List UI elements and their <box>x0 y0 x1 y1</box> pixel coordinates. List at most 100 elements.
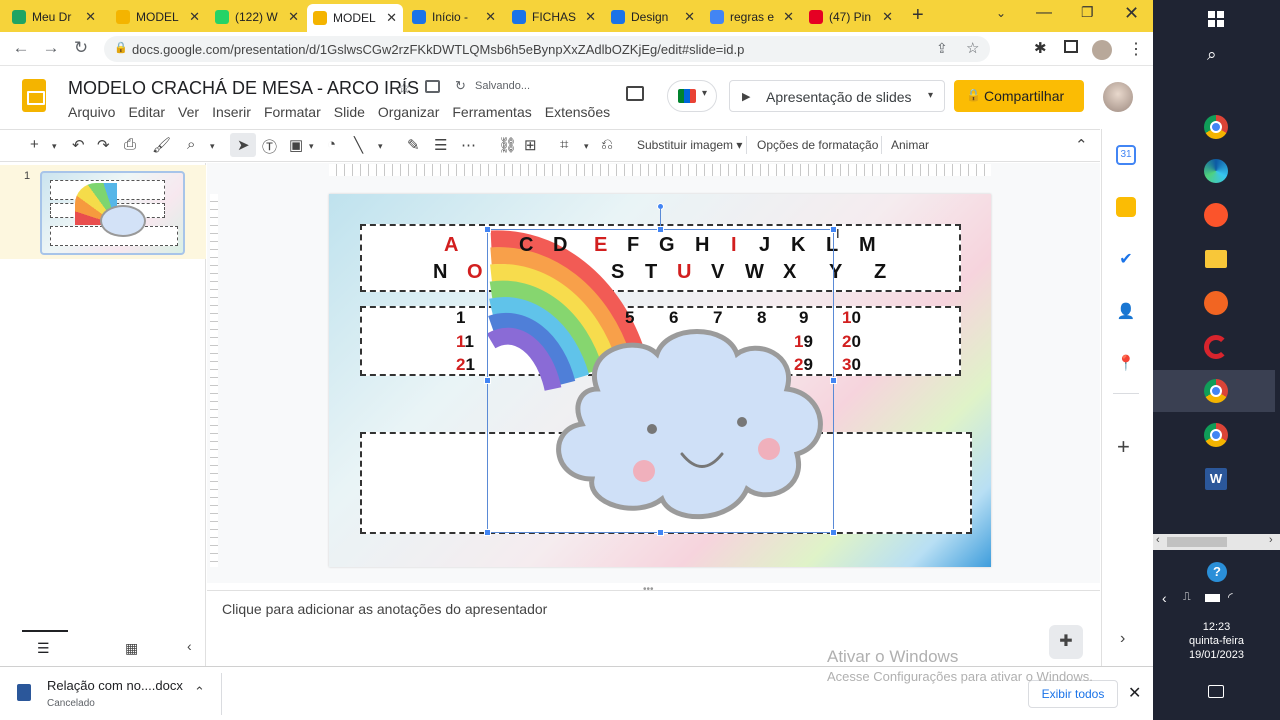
collapse-toolbar-chevron-icon[interactable]: ⌃ <box>1075 136 1088 154</box>
windows-start-icon[interactable] <box>1208 11 1224 27</box>
tab-5[interactable]: Início - ✕ <box>406 4 502 30</box>
keep-icon[interactable] <box>1116 197 1136 217</box>
profile-avatar[interactable] <box>1092 40 1112 60</box>
scroll-right-icon[interactable]: › <box>1269 534 1273 546</box>
taskbar-clock[interactable]: 12:23 quinta-feira 19/01/2023 <box>1153 620 1280 662</box>
tab-1[interactable]: Meu Dr ✕ <box>6 4 102 30</box>
filmstrip-view-icon[interactable]: ☰ <box>37 640 50 657</box>
text-box-icon[interactable]: Ⓣ <box>262 136 277 157</box>
chrome-icon[interactable] <box>1204 115 1228 139</box>
download-menu-chevron-icon[interactable]: ⌃ <box>194 684 205 700</box>
tab-9[interactable]: (47) Pin ✕ <box>803 4 899 30</box>
present-button[interactable]: ▶ Apresentação de slides ▾ <box>729 80 945 112</box>
tab-close-icon[interactable]: ✕ <box>386 10 397 26</box>
tasks-icon[interactable]: ✔ <box>1116 249 1136 269</box>
notes-placeholder[interactable]: Clique para adicionar as anotações do ap… <box>222 601 547 617</box>
zoom-icon[interactable]: ⌕ <box>187 136 195 153</box>
restore-button[interactable]: ❐ <box>1081 4 1094 21</box>
tab-4[interactable]: MODEL ✕ <box>307 4 403 32</box>
tab-close-icon[interactable]: ✕ <box>85 9 96 25</box>
tab-2[interactable]: MODEL ✕ <box>110 4 206 30</box>
help-icon[interactable]: ? <box>1207 562 1227 582</box>
calendar-icon[interactable]: 31 <box>1116 145 1136 165</box>
chrome-icon-2[interactable] <box>1204 423 1228 447</box>
notifications-icon[interactable] <box>1208 685 1224 698</box>
tab-6[interactable]: FICHAS ✕ <box>506 4 602 30</box>
brave-icon[interactable] <box>1204 203 1228 227</box>
present-dropdown-icon[interactable]: ▾ <box>928 90 933 101</box>
download-filename[interactable]: Relação com no....docx <box>47 678 183 693</box>
menu-organizar[interactable]: Organizar <box>378 104 439 120</box>
pen-icon[interactable]: ✎ <box>407 136 420 154</box>
slide-thumbnail[interactable] <box>40 171 185 255</box>
contacts-icon[interactable]: 👤 <box>1116 302 1136 322</box>
tab-list-chevron-icon[interactable]: ⌄ <box>996 6 1006 20</box>
print-icon[interactable]: ⎙ <box>124 136 136 153</box>
resize-handle-se[interactable] <box>830 529 837 536</box>
link-icon[interactable]: ⛓ <box>498 136 517 154</box>
resize-handle-n[interactable] <box>657 226 664 233</box>
paint-format-icon[interactable]: 🖌 <box>152 136 171 154</box>
show-side-panel-chevron-icon[interactable]: › <box>1120 630 1125 648</box>
windows-search-icon[interactable]: ⌕ <box>1207 45 1217 65</box>
format-options-button[interactable]: Opções de formatação <box>757 138 878 152</box>
move-folder-icon[interactable] <box>425 80 440 93</box>
ccleaner-icon[interactable] <box>1204 335 1228 359</box>
menu-inserir[interactable]: Inserir <box>212 104 251 120</box>
bookmark-star-icon[interactable]: ☆ <box>966 39 979 57</box>
border-weight-icon[interactable]: ☰ <box>434 136 447 154</box>
scroll-thumb[interactable] <box>1167 537 1227 547</box>
resize-handle-sw[interactable] <box>484 529 491 536</box>
new-tab-button[interactable]: + <box>912 4 924 27</box>
tab-8[interactable]: regras e ✕ <box>704 4 800 30</box>
side-panel-icon[interactable] <box>1064 40 1078 53</box>
get-addons-plus-icon[interactable]: + <box>1117 434 1130 460</box>
image-dropdown-icon[interactable]: ▾ <box>309 141 314 152</box>
grid-view-icon[interactable]: ▦ <box>125 640 138 657</box>
back-arrow-icon[interactable]: ← <box>10 38 32 58</box>
menu-ferramentas[interactable]: Ferramentas <box>452 104 531 120</box>
close-window-button[interactable]: ✕ <box>1124 3 1139 24</box>
animate-button[interactable]: Animar <box>891 138 929 152</box>
new-slide-icon[interactable]: + <box>30 136 39 153</box>
replace-image-button[interactable]: Substituir imagem ▾ <box>637 138 742 152</box>
reset-image-icon[interactable]: ⎌ <box>601 136 613 153</box>
show-all-downloads-button[interactable]: Exibir todos <box>1028 680 1118 708</box>
menu-extensões[interactable]: Extensões <box>545 104 610 120</box>
taskbar-scrollbar[interactable]: ‹ › <box>1153 534 1280 550</box>
tab-close-icon[interactable]: ✕ <box>882 9 893 25</box>
tab-7[interactable]: Design ✕ <box>605 4 701 30</box>
star-icon[interactable]: ☆ <box>397 78 411 98</box>
tab-close-icon[interactable]: ✕ <box>485 9 496 25</box>
resize-handle-w[interactable] <box>484 377 491 384</box>
slides-logo-icon[interactable] <box>22 79 46 112</box>
crop-dropdown-icon[interactable]: ▾ <box>584 141 589 152</box>
tab-close-icon[interactable]: ✕ <box>288 9 299 25</box>
image-icon[interactable]: ▣ <box>289 136 303 154</box>
account-avatar[interactable] <box>1103 82 1133 112</box>
crop-icon[interactable]: ⌗ <box>560 136 568 153</box>
redo-icon[interactable]: ↷ <box>97 136 110 154</box>
extension-icon[interactable]: ✱ <box>1034 39 1047 57</box>
comment-add-icon[interactable]: ⊞ <box>524 136 537 154</box>
resize-handle-nw[interactable] <box>484 226 491 233</box>
document-title[interactable]: MODELO CRACHÁ DE MESA - ARCO IRÍS <box>68 78 419 99</box>
line-dropdown-icon[interactable]: ▾ <box>378 141 383 152</box>
more-menu-icon[interactable]: ⋮ <box>1128 39 1144 59</box>
scroll-left-icon[interactable]: ‹ <box>1156 534 1160 546</box>
edge-icon[interactable] <box>1204 159 1228 183</box>
minimize-button[interactable]: — <box>1036 4 1052 22</box>
menu-slide[interactable]: Slide <box>334 104 365 120</box>
chrome-profile-icon[interactable] <box>1204 379 1228 403</box>
tab-close-icon[interactable]: ✕ <box>189 9 200 25</box>
close-downloads-icon[interactable]: ✕ <box>1128 683 1141 703</box>
line-icon[interactable]: ╲ <box>354 136 363 154</box>
new-slide-dropdown-icon[interactable]: ▾ <box>52 141 57 152</box>
collapse-filmstrip-chevron-icon[interactable]: ‹ <box>187 638 192 654</box>
zoom-dropdown-icon[interactable]: ▾ <box>210 141 215 152</box>
shape-icon[interactable]: ◔ <box>327 136 336 153</box>
resize-handle-e[interactable] <box>830 377 837 384</box>
address-bar[interactable]: 🔒 docs.google.com/presentation/d/1GslwsC… <box>104 36 990 62</box>
menu-formatar[interactable]: Formatar <box>264 104 321 120</box>
meet-button[interactable]: ▾ <box>667 80 717 112</box>
